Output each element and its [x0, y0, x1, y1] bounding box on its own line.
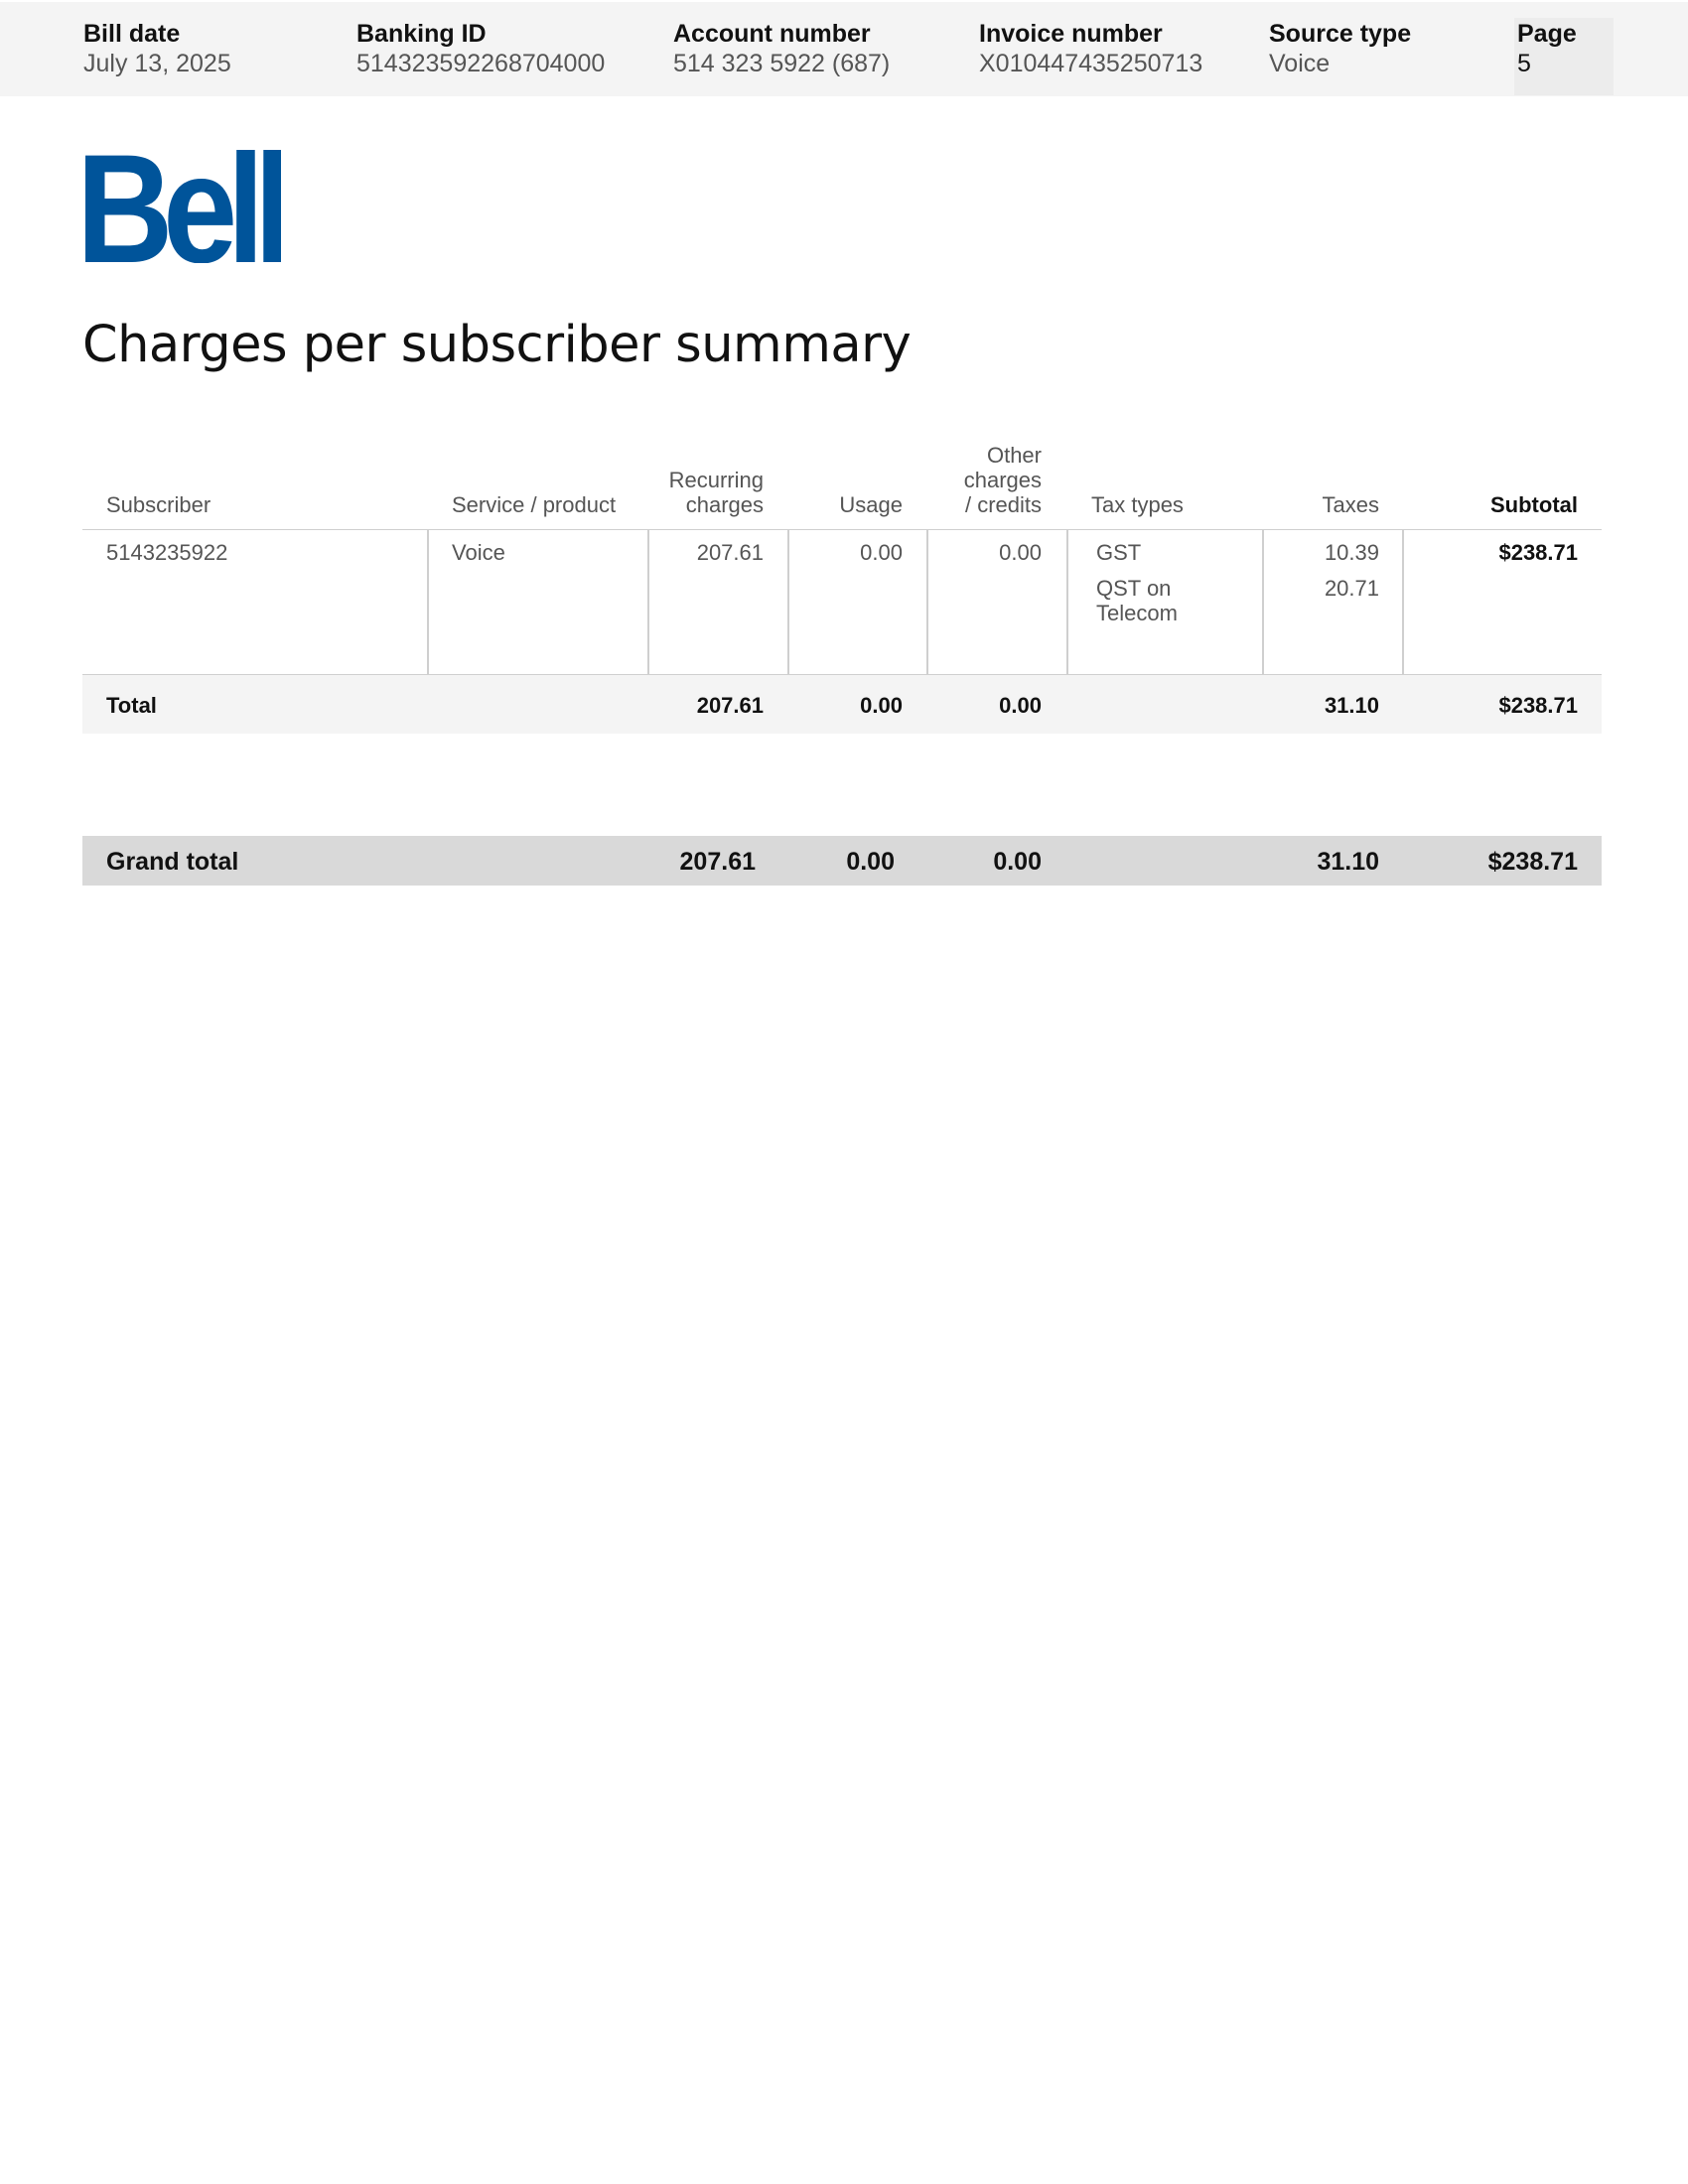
source-type-field: Source type Voice [1269, 19, 1411, 78]
grand-total-subtotal: $238.71 [1487, 848, 1578, 876]
cell-tax-type-gst: GST [1096, 540, 1142, 565]
total-taxes: 31.10 [1324, 693, 1379, 718]
bill-date-value: July 13, 2025 [83, 50, 231, 77]
total-other: 0.00 [999, 693, 1042, 718]
account-number-label: Account number [673, 20, 871, 48]
page-number-field: Page 5 [1514, 18, 1614, 95]
cell-tax-type-qst-line2: Telecom [1096, 601, 1178, 625]
grand-total-taxes: 31.10 [1317, 848, 1379, 876]
page-label: Page [1517, 20, 1577, 48]
total-subtotal: $238.71 [1498, 693, 1578, 718]
invoice-number-field: Invoice number X010447435250713 [979, 19, 1202, 78]
total-recurring: 207.61 [696, 693, 764, 718]
cell-other: 0.00 [999, 540, 1042, 565]
banking-id-label: Banking ID [356, 20, 487, 48]
cell-usage: 0.00 [860, 540, 903, 565]
col-header-other: Other charges / credits [922, 443, 1042, 517]
grand-total-recurring: 207.61 [679, 848, 756, 876]
column-divider [1402, 530, 1404, 674]
column-divider [1066, 530, 1068, 674]
account-number-value: 514 323 5922 (687) [673, 50, 891, 77]
grand-total-row: Grand total 207.61 0.00 0.00 31.10 $238.… [82, 836, 1602, 886]
grand-total-other: 0.00 [993, 848, 1042, 876]
invoice-number-label: Invoice number [979, 20, 1163, 48]
grand-total-usage: 0.00 [846, 848, 895, 876]
bill-header: Bill date July 13, 2025 Banking ID 51432… [0, 2, 1688, 96]
invoice-number-value: X010447435250713 [979, 50, 1203, 77]
banking-id-value: 514323592268704000 [356, 50, 606, 77]
col-header-subtotal: Subtotal [1490, 492, 1578, 517]
source-type-label: Source type [1269, 20, 1412, 48]
cell-subscriber: 5143235922 [106, 540, 228, 565]
col-header-subscriber: Subscriber [106, 492, 211, 517]
col-header-recurring-line1: Recurring [668, 468, 764, 492]
bill-date-label: Bill date [83, 20, 181, 48]
total-label: Total [106, 693, 157, 718]
account-number-field: Account number 514 323 5922 (687) [673, 19, 890, 78]
col-header-other-line2: charges [963, 468, 1042, 492]
total-usage: 0.00 [860, 693, 903, 718]
cell-tax-gst: 10.39 [1324, 540, 1379, 565]
col-header-other-line1: Other [986, 443, 1042, 468]
cell-recurring: 207.61 [696, 540, 764, 565]
bell-logo-text: Bell [82, 149, 281, 263]
bill-date-field: Bill date July 13, 2025 [83, 19, 231, 78]
source-type-value: Voice [1269, 50, 1331, 77]
column-divider [787, 530, 789, 674]
col-header-other-line3: / credits [964, 492, 1042, 517]
col-header-recurring-line2: charges [685, 492, 764, 517]
cell-tax-type-qst-line1: QST on [1096, 576, 1172, 601]
col-header-service: Service / product [452, 492, 617, 517]
cell-service: Voice [452, 540, 505, 565]
column-divider [427, 530, 429, 674]
col-header-tax-types: Tax types [1091, 492, 1184, 517]
bell-logo: Bell [82, 149, 281, 263]
cell-tax-qst: 20.71 [1324, 576, 1379, 601]
cell-subtotal: $238.71 [1498, 540, 1578, 565]
page-value: 5 [1517, 50, 1531, 77]
page-title: Charges per subscriber summary [82, 316, 912, 374]
cell-tax-type-qst: QST on Telecom [1096, 576, 1178, 625]
col-header-taxes: Taxes [1322, 492, 1379, 517]
banking-id-field: Banking ID 514323592268704000 [356, 19, 605, 78]
total-row: Total 207.61 0.00 0.00 31.10 $238.71 [82, 674, 1602, 734]
grand-total-label: Grand total [106, 848, 239, 876]
header-divider [82, 529, 1602, 530]
col-header-recurring: Recurring charges [638, 468, 764, 517]
col-header-usage: Usage [839, 492, 903, 517]
